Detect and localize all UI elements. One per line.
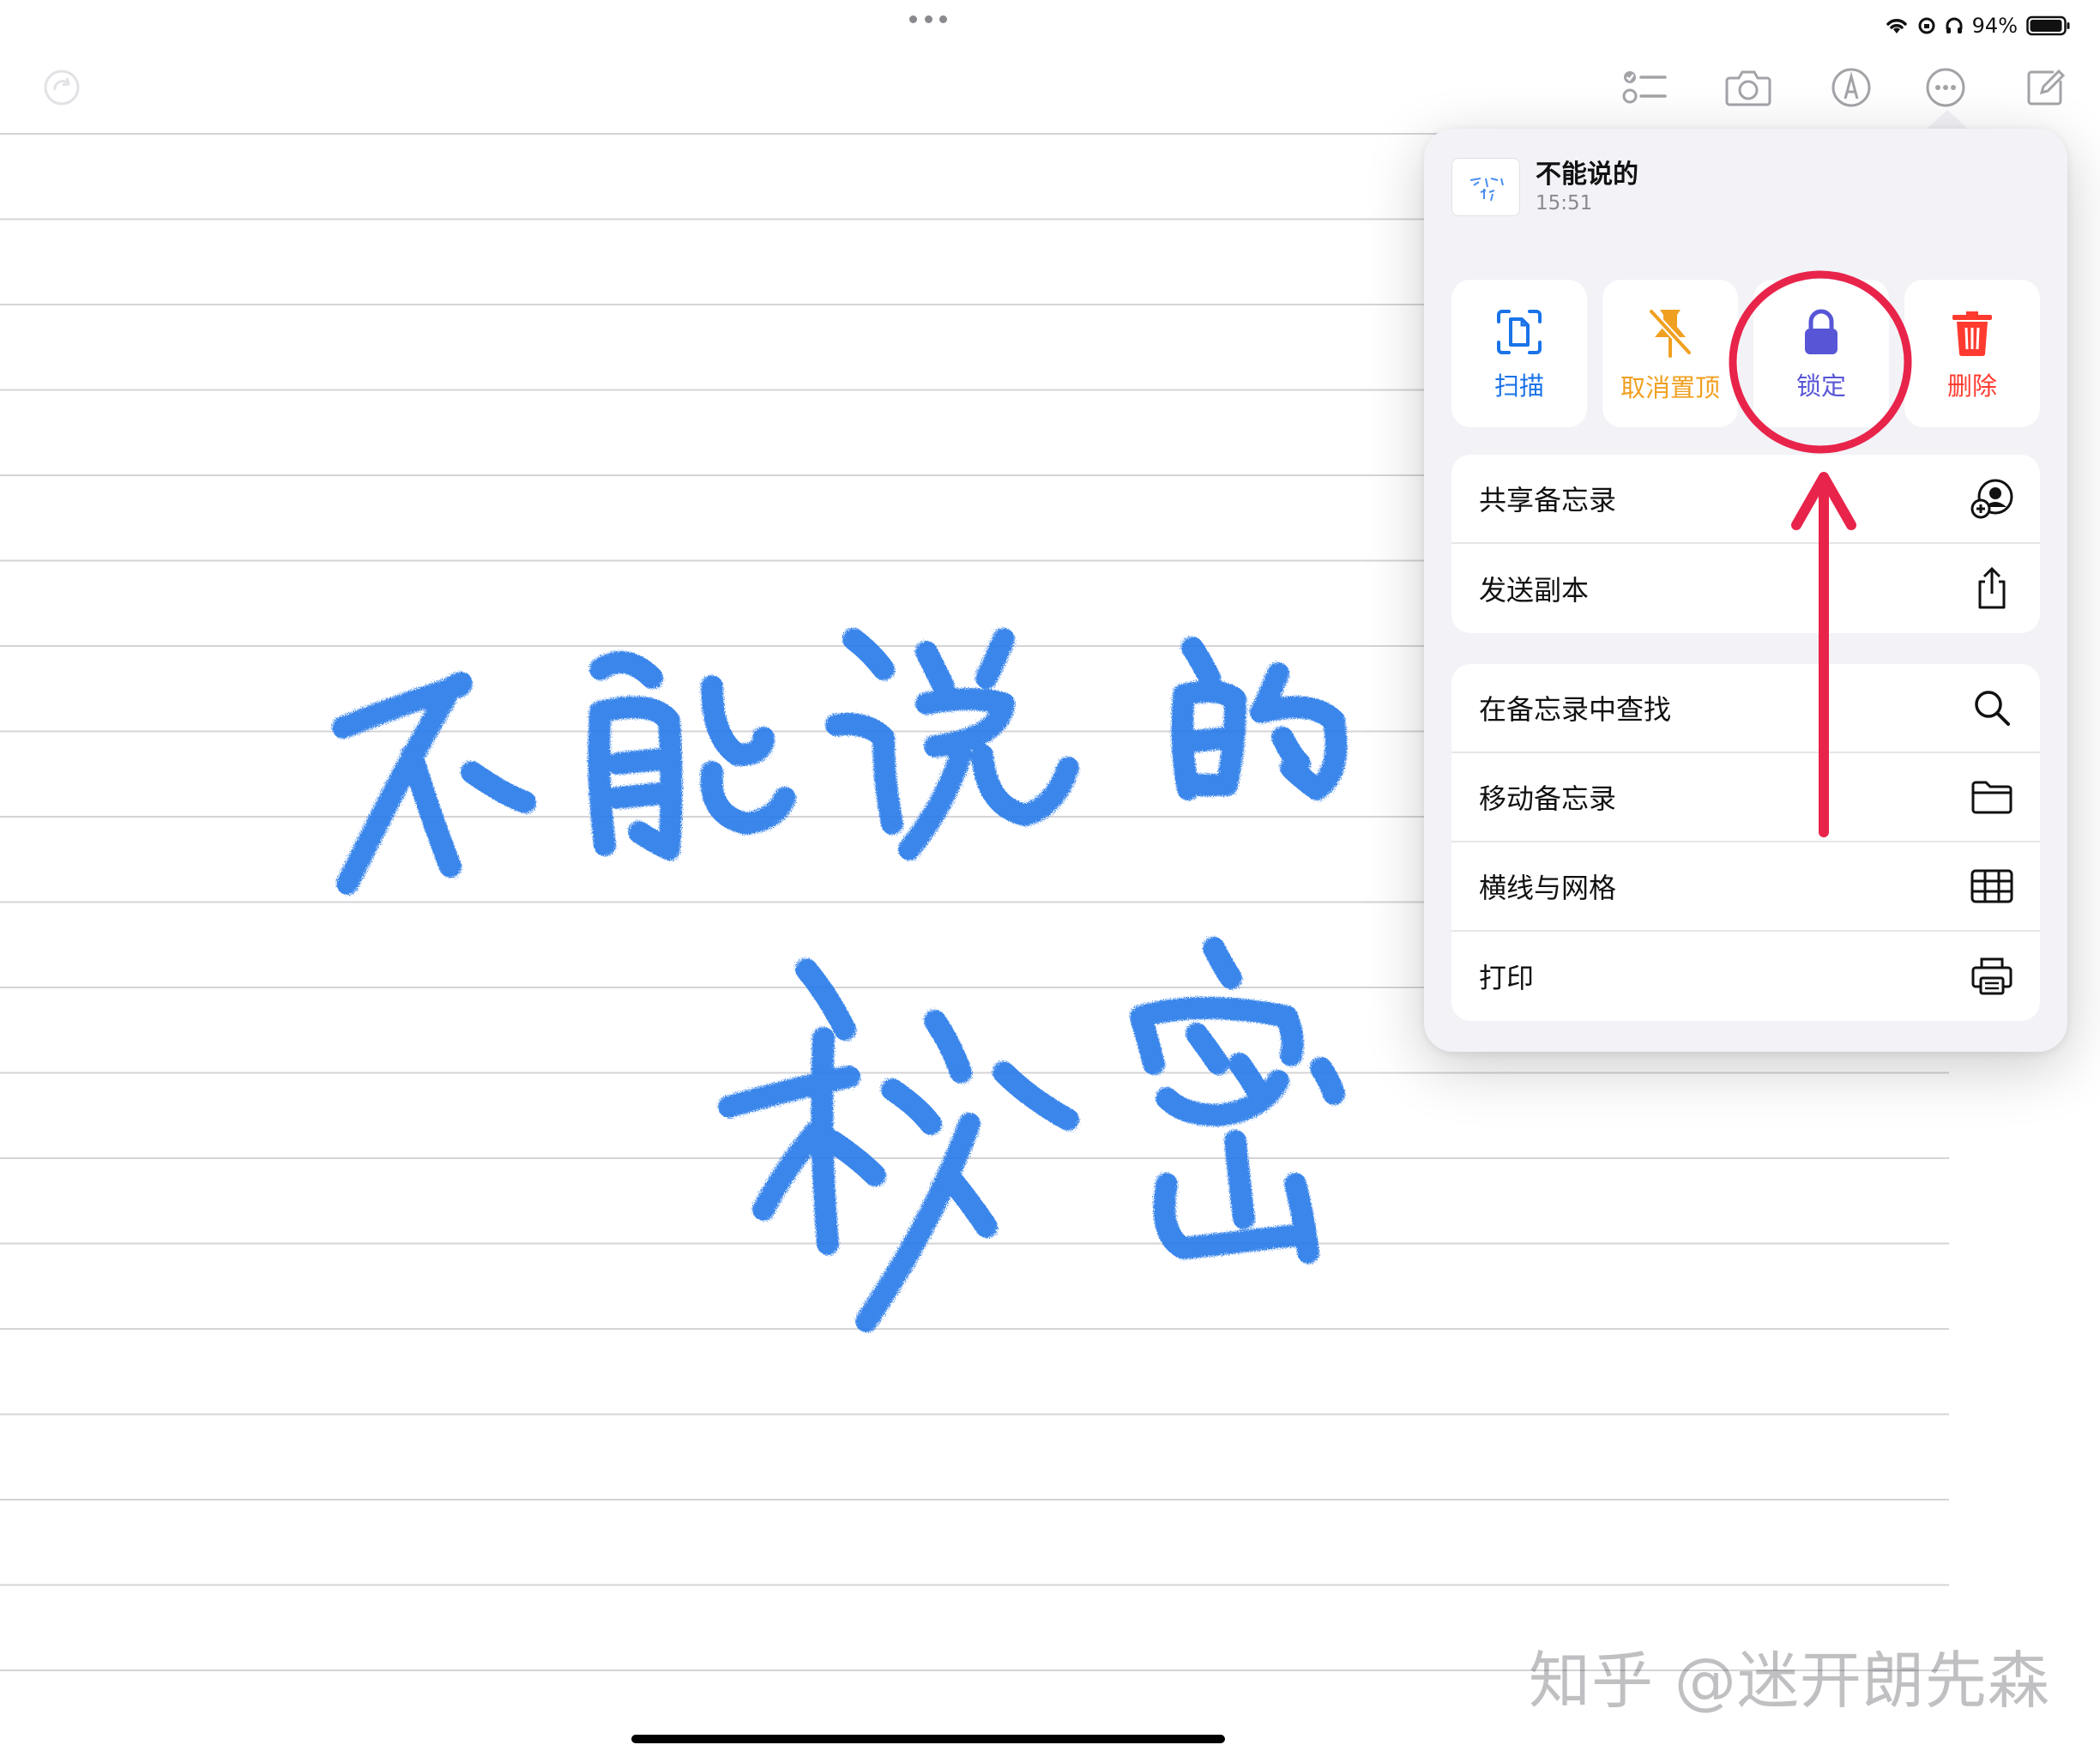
print-row[interactable]: 打印 bbox=[1451, 932, 2040, 1021]
tools-group: 在备忘录中查找 移动备忘录 横线与网格 打印 bbox=[1451, 664, 2040, 1021]
markup-icon bbox=[1831, 68, 1871, 107]
delete-button[interactable]: 删除 bbox=[1904, 280, 2040, 427]
unpin-button[interactable]: 取消置顶 bbox=[1602, 280, 1738, 427]
more-button[interactable] bbox=[1918, 60, 1973, 115]
folder-icon bbox=[1970, 775, 2014, 819]
search-icon bbox=[1970, 685, 2014, 730]
redo-button[interactable] bbox=[34, 60, 89, 115]
status-bar: 94% bbox=[1885, 7, 2071, 45]
lock-button[interactable]: 锁定 bbox=[1753, 280, 1889, 427]
unpin-label: 取消置顶 bbox=[1620, 373, 1720, 402]
headphones-icon bbox=[1946, 17, 1963, 33]
share-group: 共享备忘录 发送副本 bbox=[1451, 455, 2040, 633]
lines-grids-row[interactable]: 横线与网格 bbox=[1451, 842, 2040, 932]
home-indicator[interactable] bbox=[631, 1735, 1225, 1743]
camera-button[interactable] bbox=[1721, 60, 1776, 115]
scan-label: 扫描 bbox=[1494, 371, 1544, 401]
unpin-icon bbox=[1649, 309, 1692, 358]
multitask-menu-dots[interactable] bbox=[909, 15, 947, 26]
lock-icon bbox=[1805, 309, 1838, 354]
quick-actions: 扫描 取消置顶 锁定 删除 bbox=[1451, 280, 2040, 427]
camera-icon bbox=[1725, 70, 1771, 106]
checklist-icon bbox=[1622, 71, 1667, 104]
print-label: 打印 bbox=[1479, 962, 1535, 994]
battery-icon bbox=[2026, 15, 2070, 36]
find-in-note-row[interactable]: 在备忘录中查找 bbox=[1451, 664, 2040, 753]
note-thumbnail-image bbox=[1469, 178, 1504, 202]
share-note-label: 共享备忘录 bbox=[1479, 484, 1617, 516]
wifi-icon bbox=[1886, 19, 1907, 33]
note-title: 不能说的 bbox=[1536, 160, 1638, 190]
send-copy-icon bbox=[1970, 566, 2014, 611]
note-time: 15:51 bbox=[1536, 192, 1593, 214]
note-thumbnail bbox=[1451, 158, 1520, 216]
note-actions-popover: 不能说的 15:51 扫描 取消置顶 锁定 删除 共享备忘录 发送副本 在备忘录… bbox=[1424, 129, 2067, 1052]
send-copy-row[interactable]: 发送副本 bbox=[1451, 544, 2040, 633]
send-copy-label: 发送副本 bbox=[1479, 574, 1590, 607]
move-note-label: 移动备忘录 bbox=[1479, 782, 1617, 815]
printer-icon bbox=[1970, 954, 2014, 999]
move-note-row[interactable]: 移动备忘录 bbox=[1451, 753, 2040, 842]
orientation-lock-icon bbox=[1918, 17, 1935, 34]
delete-label: 删除 bbox=[1946, 371, 1997, 401]
battery-percent: 94% bbox=[1971, 14, 2018, 38]
share-note-icon bbox=[1970, 476, 2014, 521]
checklist-button[interactable] bbox=[1618, 60, 1673, 115]
share-note-row[interactable]: 共享备忘录 bbox=[1451, 455, 2040, 544]
compose-icon bbox=[2027, 69, 2066, 106]
find-in-note-label: 在备忘录中查找 bbox=[1479, 693, 1672, 726]
more-icon bbox=[1926, 68, 1965, 107]
lines-grids-label: 横线与网格 bbox=[1479, 872, 1617, 904]
scan-button[interactable]: 扫描 bbox=[1451, 280, 1587, 427]
watermark: 知乎 @迷开朗先森 bbox=[1529, 1645, 2050, 1717]
trash-icon bbox=[1952, 311, 1992, 357]
compose-button[interactable] bbox=[2018, 60, 2073, 115]
popover-arrow bbox=[1925, 110, 1970, 130]
scan-icon bbox=[1497, 310, 1542, 354]
note-header: 不能说的 15:51 bbox=[1451, 158, 1638, 216]
lock-label: 锁定 bbox=[1795, 371, 1846, 401]
markup-button[interactable] bbox=[1824, 60, 1879, 115]
grid-icon bbox=[1970, 864, 2014, 909]
redo-icon bbox=[44, 69, 80, 106]
